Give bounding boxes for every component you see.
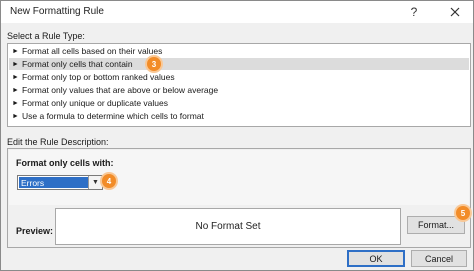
preview-text: No Format Set — [195, 221, 261, 232]
callout-badge-4: 4 — [102, 174, 116, 188]
close-icon — [450, 7, 460, 17]
callout-badge-3: 3 — [147, 57, 161, 71]
new-formatting-rule-dialog: New Formatting Rule ? Select a Rule Type… — [0, 0, 474, 271]
rule-type-item-label: Use a formula to determine which cells t… — [22, 111, 204, 121]
callout-badge-5: 5 — [456, 206, 470, 220]
rule-type-item-label: Format only top or bottom ranked values — [22, 72, 175, 82]
arrow-icon: ► — [12, 86, 19, 94]
arrow-icon: ► — [12, 60, 19, 68]
rule-type-item-label: Format only values that are above or bel… — [22, 85, 219, 95]
condition-panel: Format only cells with: Errors ▼ — [9, 150, 469, 205]
condition-dropdown[interactable]: Errors ▼ — [17, 175, 103, 190]
rule-type-item-top-bottom[interactable]: ► Format only top or bottom ranked value… — [9, 71, 469, 83]
condition-dropdown-value: Errors — [19, 177, 89, 188]
rule-type-list: ► Format all cells based on their values… — [7, 43, 471, 127]
rule-type-item-label: Format only cells that contain — [22, 59, 133, 69]
rule-type-label: Select a Rule Type: — [7, 31, 85, 41]
rule-type-item-cells-that-contain[interactable]: ► Format only cells that contain — [9, 58, 469, 70]
rule-type-item-formula[interactable]: ► Use a formula to determine which cells… — [9, 110, 469, 122]
rule-description-panel: Format only cells with: Errors ▼ Preview… — [7, 148, 471, 248]
rule-description-label: Edit the Rule Description: — [7, 137, 109, 147]
arrow-icon: ► — [12, 99, 19, 107]
help-button[interactable]: ? — [401, 1, 427, 23]
arrow-icon: ► — [12, 47, 19, 55]
format-preview-box: No Format Set — [55, 208, 401, 245]
format-only-cells-label: Format only cells with: — [16, 158, 114, 168]
rule-type-item-label: Format all cells based on their values — [22, 46, 163, 56]
format-button-label: Format... — [417, 220, 454, 230]
cancel-button[interactable]: Cancel — [411, 250, 467, 267]
title-bar: New Formatting Rule ? — [1, 1, 473, 23]
arrow-icon: ► — [12, 112, 19, 120]
rule-type-item-unique-duplicate[interactable]: ► Format only unique or duplicate values — [9, 97, 469, 109]
chevron-down-icon[interactable]: ▼ — [88, 176, 102, 189]
close-button[interactable] — [437, 1, 473, 23]
format-button[interactable]: Format... — [407, 216, 465, 234]
rule-type-item-above-below-average[interactable]: ► Format only values that are above or b… — [9, 84, 469, 96]
rule-type-item-all-cells[interactable]: ► Format all cells based on their values — [9, 45, 469, 57]
cancel-button-label: Cancel — [424, 253, 453, 264]
preview-label: Preview: — [16, 226, 54, 236]
ok-button-label: OK — [369, 253, 383, 264]
arrow-icon: ► — [12, 73, 19, 81]
rule-type-item-label: Format only unique or duplicate values — [22, 98, 168, 108]
help-icon: ? — [410, 5, 418, 19]
dialog-title: New Formatting Rule — [10, 6, 104, 17]
ok-button[interactable]: OK — [347, 250, 405, 267]
